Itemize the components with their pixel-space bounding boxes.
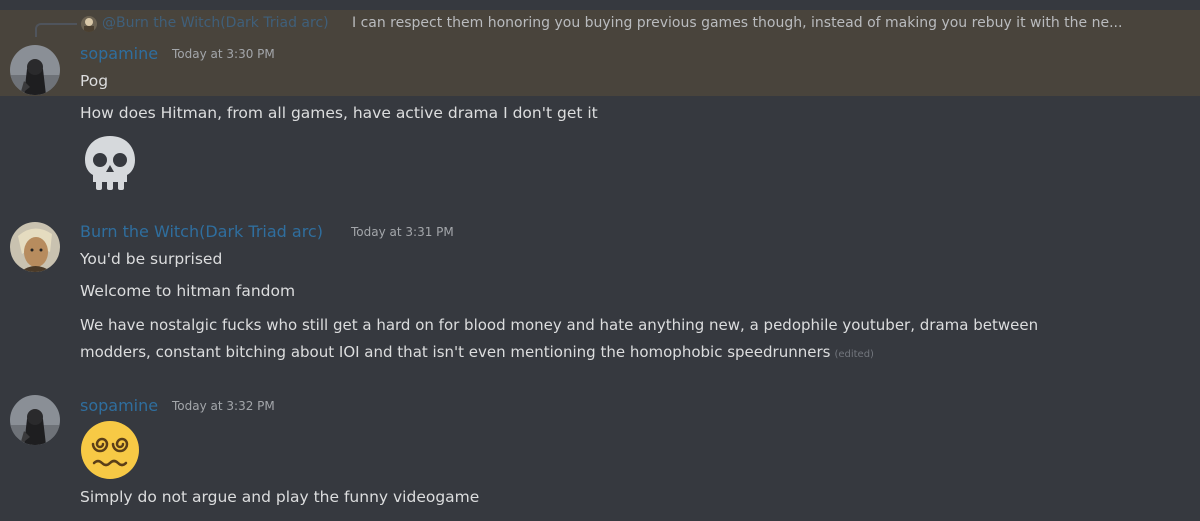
message-text: You'd be surprised (80, 250, 223, 268)
message-timestamp[interactable]: Today at 3:32 PM (172, 399, 275, 413)
avatar[interactable] (10, 395, 60, 445)
message-text: How does Hitman, from all games, have ac… (80, 104, 598, 122)
reply-text[interactable]: I can respect them honoring you buying p… (352, 15, 1142, 31)
message-text: Pog (80, 72, 109, 90)
message-text-line: modders, constant bitching about IOI and… (80, 343, 831, 361)
message-text: We have nostalgic fucks who still get a … (80, 316, 1039, 334)
reply-avatar[interactable] (81, 16, 97, 32)
message-author[interactable]: sopamine (80, 44, 158, 63)
avatar[interactable] (10, 222, 60, 272)
message-text: modders, constant bitching about IOI and… (80, 343, 874, 361)
chat-messages: @Burn the Witch(Dark Triad arc) I can re… (0, 0, 1200, 521)
message-author[interactable]: sopamine (80, 396, 158, 415)
message-author[interactable]: Burn the Witch(Dark Triad arc) (80, 222, 323, 241)
avatar[interactable] (10, 45, 60, 95)
message-text: Welcome to hitman fandom (80, 282, 296, 300)
message-text: Simply do not argue and play the funny v… (80, 488, 480, 506)
reply-spine (35, 23, 77, 37)
message-timestamp[interactable]: Today at 3:30 PM (172, 47, 275, 61)
edited-label: (edited) (834, 349, 874, 360)
skull-emoji[interactable] (80, 132, 140, 192)
dizzy-face-emoji[interactable] (80, 420, 140, 480)
reply-mention[interactable]: @Burn the Witch(Dark Triad arc) (102, 15, 329, 31)
message-timestamp[interactable]: Today at 3:31 PM (351, 225, 454, 239)
